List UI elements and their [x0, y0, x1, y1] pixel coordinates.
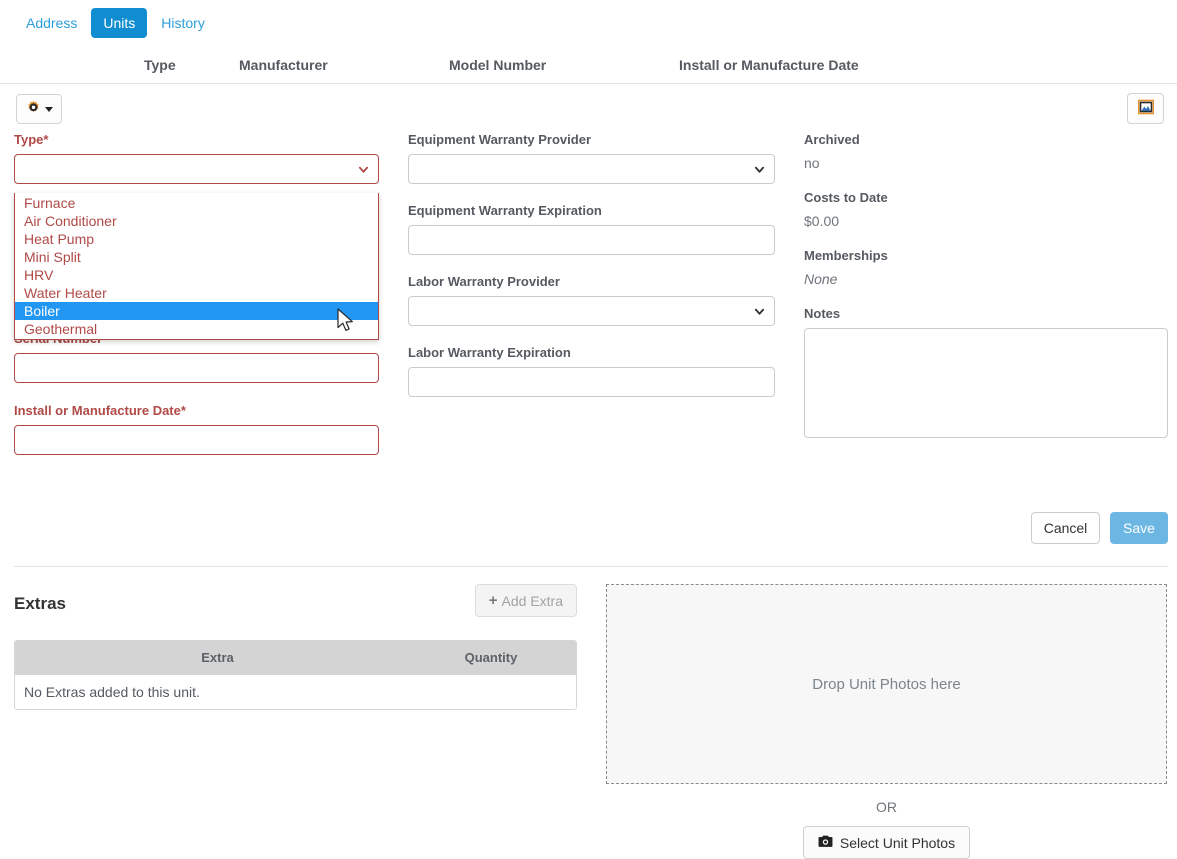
- form-column-middle: Equipment Warranty Provider Equipment Wa…: [408, 132, 775, 416]
- label-labor-warranty-provider: Labor Warranty Provider: [408, 274, 560, 289]
- extras-empty-message: No Extras added to this unit.: [24, 684, 200, 700]
- label-equipment-warranty-expiration: Equipment Warranty Expiration: [408, 203, 602, 218]
- extras-section: Extras + Add Extra Extra Quantity No Ext…: [14, 584, 577, 710]
- extras-column-header-quantity: Quantity: [464, 650, 518, 665]
- equipment-warranty-provider-select[interactable]: [408, 154, 775, 184]
- install-date-input[interactable]: [14, 425, 379, 455]
- column-header-manufacturer: Manufacturer: [239, 57, 328, 73]
- value-archived: no: [804, 155, 820, 171]
- units-column-headers: Type Manufacturer Model Number Install o…: [0, 46, 1177, 84]
- or-separator-text: OR: [876, 799, 897, 815]
- label-labor-warranty-expiration: Labor Warranty Expiration: [408, 345, 571, 360]
- photo-dropzone-text: Drop Unit Photos here: [812, 675, 961, 693]
- unit-edit-page: Address Units History Type Manufacturer Mo…: [0, 0, 1177, 859]
- field-type: Type*: [14, 132, 379, 184]
- photo-dropzone[interactable]: Drop Unit Photos here: [606, 584, 1167, 784]
- tab-units[interactable]: Units: [91, 8, 148, 38]
- extras-table: Extra Quantity No Extras added to this u…: [14, 640, 577, 710]
- section-divider: [14, 566, 1168, 567]
- type-select[interactable]: [14, 154, 379, 184]
- tab-address[interactable]: Address: [14, 8, 89, 38]
- labor-warranty-expiration-input[interactable]: [408, 367, 775, 397]
- tab-bar: Address Units History: [0, 0, 1177, 46]
- extras-empty-row: No Extras added to this unit.: [15, 674, 576, 709]
- select-unit-photos-label: Select Unit Photos: [839, 834, 956, 851]
- unit-photos-section: Drop Unit Photos here OR Select Unit Pho…: [606, 584, 1167, 859]
- select-unit-photos-button[interactable]: Select Unit Photos: [802, 826, 971, 859]
- option-water-heater[interactable]: Water Heater: [15, 284, 378, 302]
- chevron-down-icon: [754, 306, 765, 317]
- form-column-right: Archived no Costs to Date $0.00 Membersh…: [804, 132, 1168, 438]
- unit-photos-button[interactable]: [1127, 93, 1164, 124]
- option-geothermal[interactable]: Geothermal: [15, 320, 378, 338]
- caret-down-icon: [44, 106, 53, 112]
- select-photos-wrap: Select Unit Photos: [606, 826, 1167, 859]
- labor-warranty-provider-select[interactable]: [408, 296, 775, 326]
- extras-column-header-extra: Extra: [201, 650, 234, 665]
- chevron-down-icon: [754, 164, 765, 175]
- column-header-type: Type: [144, 57, 176, 73]
- add-extra-label: Add Extra: [501, 592, 563, 609]
- value-memberships: None: [804, 271, 838, 287]
- extras-header: Extras + Add Extra: [14, 584, 577, 622]
- option-hrv[interactable]: HRV: [15, 266, 378, 284]
- gear-icon: [26, 100, 41, 118]
- extras-title: Extras: [14, 594, 66, 613]
- save-button[interactable]: Save: [1110, 512, 1168, 544]
- label-notes: Notes: [804, 306, 841, 321]
- serial-number-input[interactable]: [14, 353, 379, 383]
- label-type: Type*: [14, 132, 49, 147]
- tab-history[interactable]: History: [149, 8, 217, 38]
- value-costs-to-date: $0.00: [804, 213, 840, 229]
- column-header-model-number: Model Number: [449, 57, 547, 73]
- column-header-install-date: Install or Manufacture Date: [679, 57, 859, 73]
- label-archived: Archived: [804, 132, 860, 147]
- extras-table-header-row: Extra Quantity: [15, 641, 576, 674]
- picture-icon: [1137, 99, 1154, 118]
- option-heat-pump[interactable]: Heat Pump: [15, 230, 378, 248]
- label-costs-to-date: Costs to Date: [804, 190, 888, 205]
- form-actions: Cancel Save: [1031, 512, 1168, 544]
- label-install-date: Install or Manufacture Date*: [14, 403, 186, 418]
- label-memberships: Memberships: [804, 248, 888, 263]
- label-equipment-warranty-provider: Equipment Warranty Provider: [408, 132, 591, 147]
- add-extra-button[interactable]: + Add Extra: [474, 584, 577, 617]
- option-mini-split[interactable]: Mini Split: [15, 248, 378, 266]
- field-labor-warranty-expiration: Labor Warranty Expiration: [408, 345, 775, 397]
- type-select-option-list[interactable]: Furnace Air Conditioner Heat Pump Mini S…: [14, 193, 379, 340]
- option-boiler[interactable]: Boiler: [15, 302, 378, 320]
- field-equipment-warranty-provider: Equipment Warranty Provider: [408, 132, 775, 184]
- chevron-down-icon: [358, 164, 369, 175]
- camera-icon: [818, 835, 833, 851]
- settings-dropdown-button[interactable]: [16, 94, 62, 124]
- plus-icon: +: [488, 592, 498, 609]
- field-equipment-warranty-expiration: Equipment Warranty Expiration: [408, 203, 775, 255]
- option-air-conditioner[interactable]: Air Conditioner: [15, 212, 378, 230]
- option-furnace[interactable]: Furnace: [15, 194, 378, 212]
- equipment-warranty-expiration-input[interactable]: [408, 225, 775, 255]
- field-install-date: Install or Manufacture Date*: [14, 403, 379, 455]
- cancel-button[interactable]: Cancel: [1031, 512, 1100, 544]
- notes-textarea[interactable]: [804, 328, 1168, 438]
- field-labor-warranty-provider: Labor Warranty Provider: [408, 274, 775, 326]
